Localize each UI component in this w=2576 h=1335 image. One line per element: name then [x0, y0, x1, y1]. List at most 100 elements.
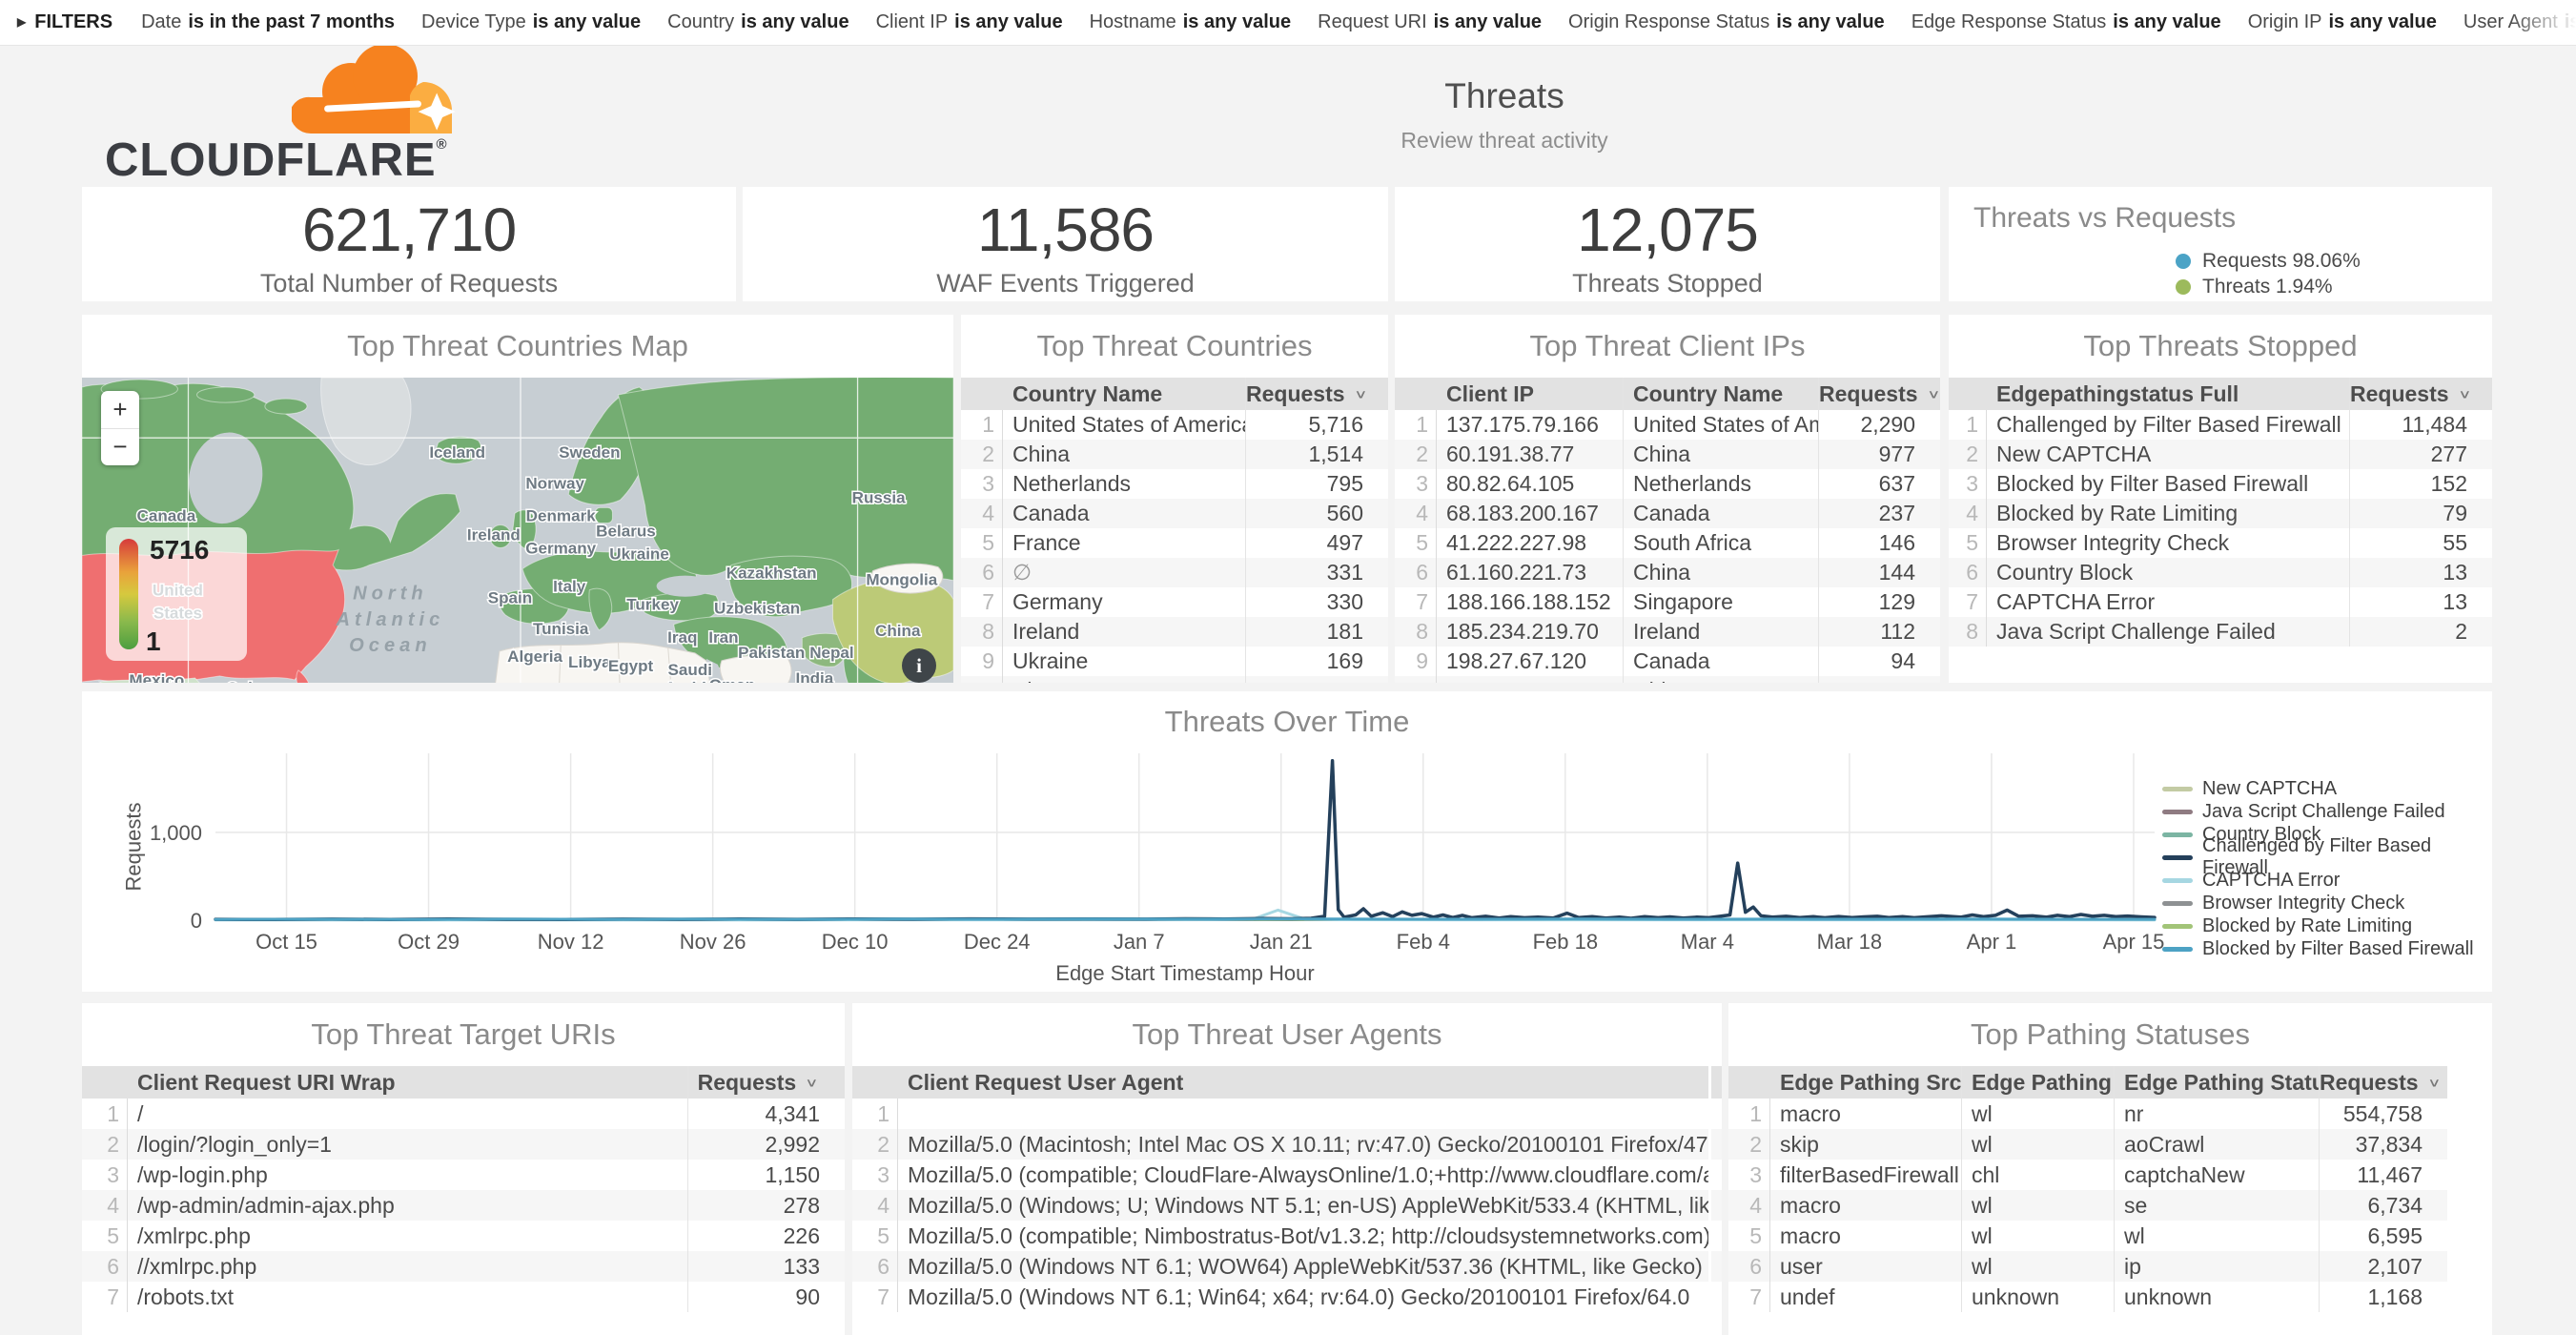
table-cell[interactable]: 198.27.67.120	[1437, 647, 1623, 676]
column-header[interactable]: Edge Pathing Status	[2114, 1066, 2319, 1099]
table-cell[interactable]: se	[2114, 1190, 2319, 1221]
table-cell[interactable]: Challenged by Filter Based Firewall	[1987, 410, 2349, 440]
table-cell[interactable]: Country Block	[1987, 558, 2349, 587]
column-header[interactable]: Requests∨	[2319, 1066, 2447, 1099]
table-cell[interactable]: 90	[687, 1282, 845, 1312]
table-cell[interactable]: undef	[1770, 1282, 1961, 1312]
table-cell[interactable]: macro	[1770, 1099, 1961, 1129]
table-cell[interactable]: 5,716	[1245, 410, 1388, 440]
table-cell[interactable]: Canada	[1623, 499, 1818, 528]
table-cell[interactable]: macro	[1770, 1221, 1961, 1251]
table-cell[interactable]: filterBasedFirewall	[1770, 1160, 1961, 1190]
country-denmark[interactable]	[595, 507, 612, 523]
table-cell[interactable]: China	[1623, 676, 1818, 683]
table-cell[interactable]: Browser Integrity Check	[1987, 528, 2349, 558]
table-cell[interactable]: Ukraine	[1003, 647, 1245, 676]
table-cell[interactable]: 169	[1245, 647, 1388, 676]
column-header[interactable]: Edgepathingstatus Full	[1987, 378, 2349, 410]
threats-over-time-chart[interactable]: Oct 15Oct 29Nov 12Nov 26Dec 10Dec 24Jan …	[82, 691, 2492, 992]
table-cell[interactable]: Netherlands	[1003, 469, 1245, 499]
table-cell[interactable]: 146	[1818, 528, 1940, 558]
table-cell[interactable]: /wp-login.php	[128, 1160, 687, 1190]
table-cell[interactable]: 226	[687, 1221, 845, 1251]
column-header[interactable]: Edge Pathing Op	[1961, 1066, 2114, 1099]
table-cell[interactable]: 144	[1818, 558, 1940, 587]
chart-legend-item[interactable]: Java Script Challenge Failed	[2162, 800, 2492, 823]
table-cell[interactable]: 68.183.200.167	[1437, 499, 1623, 528]
table-cell[interactable]: United States of America	[1623, 410, 1818, 440]
table-cell[interactable]: China	[1623, 440, 1818, 469]
table-cell[interactable]: CAPTCHA Error	[1987, 587, 2349, 617]
filter-chip[interactable]: Hostnameis any value	[1090, 11, 1292, 33]
table-cell[interactable]: New CAPTCHA	[1987, 440, 2349, 469]
table-cell[interactable]: Ireland	[1003, 617, 1245, 647]
table-cell[interactable]: Mozilla/5.0 (Windows NT 6.1; WOW64) Appl…	[898, 1251, 1708, 1282]
table-cell[interactable]: Mozilla/5.0 (Macintosh; Intel Mac OS X 1…	[898, 1129, 1708, 1160]
table-cell[interactable]: 158	[1245, 676, 1388, 683]
table-cell[interactable]: 2,992	[687, 1129, 845, 1160]
table-cell[interactable]: /robots.txt	[128, 1282, 687, 1312]
column-header[interactable]	[1708, 1066, 1722, 1099]
table-cell[interactable]: 181	[1245, 617, 1388, 647]
table-cell[interactable]: /	[128, 1099, 687, 1129]
table-cell[interactable]: user	[1770, 1251, 1961, 1282]
table-cell[interactable]	[1708, 1129, 1722, 1160]
zoom-in-button[interactable]: +	[101, 391, 139, 429]
map-info-button[interactable]: i	[902, 648, 936, 683]
filter-chip[interactable]: Dateis in the past 7 months	[141, 11, 395, 33]
table-cell[interactable]: 11,467	[2319, 1160, 2447, 1190]
table-cell[interactable]: 61.160.221.73	[1437, 558, 1623, 587]
column-header[interactable]: Client IP	[1437, 378, 1623, 410]
table-cell[interactable]: France	[1003, 528, 1245, 558]
filter-chip[interactable]: Origin IPis any value	[2248, 11, 2437, 33]
table-cell[interactable]: 94	[1818, 647, 1940, 676]
chart-legend-item[interactable]: Blocked by Rate Limiting	[2162, 914, 2492, 937]
filter-chip[interactable]: Device Typeis any value	[421, 11, 641, 33]
table-cell[interactable]	[1708, 1190, 1722, 1221]
table-cell[interactable]: wl	[1961, 1099, 2114, 1129]
table-cell[interactable]: Canada	[1623, 647, 1818, 676]
table-cell[interactable]: 2	[2349, 617, 2492, 647]
table-cell[interactable]: wl	[1961, 1221, 2114, 1251]
table-cell[interactable]: unknown	[2114, 1282, 2319, 1312]
chart-legend-item[interactable]: New CAPTCHA	[2162, 777, 2492, 800]
table-cell[interactable]: ip	[2114, 1251, 2319, 1282]
table-cell[interactable]: 89	[1818, 676, 1940, 683]
table-cell[interactable]: Canada	[1003, 499, 1245, 528]
table-cell[interactable]: Mozilla/5.0 (compatible; CloudFlare-Alwa…	[898, 1160, 1708, 1190]
table-cell[interactable]: /wp-admin/admin-ajax.php	[128, 1190, 687, 1221]
table-cell[interactable]: 1,514	[1245, 440, 1388, 469]
table-cell[interactable]: China	[1623, 558, 1818, 587]
table-cell[interactable]: 80.82.64.105	[1437, 469, 1623, 499]
table-cell[interactable]: 1,168	[2319, 1282, 2447, 1312]
zoom-out-button[interactable]: −	[101, 429, 139, 466]
table-cell[interactable]	[1708, 1221, 1722, 1251]
column-header[interactable]: Country Name	[1623, 378, 1818, 410]
table-cell[interactable]: 61.160.247.127	[1437, 676, 1623, 683]
table-cell[interactable]	[1708, 1099, 1722, 1129]
table-cell[interactable]: wl	[2114, 1221, 2319, 1251]
table-cell[interactable]: macro	[1770, 1190, 1961, 1221]
table-cell[interactable]: Germany	[1003, 587, 1245, 617]
column-header[interactable]: Edge Pathing Src	[1770, 1066, 1961, 1099]
table-cell[interactable]: wl	[1961, 1251, 2114, 1282]
table-cell[interactable]: 795	[1245, 469, 1388, 499]
table-cell[interactable]: 152	[2349, 469, 2492, 499]
chart-legend-item[interactable]: Browser Integrity Check	[2162, 892, 2492, 914]
table-cell[interactable]: Java Script Challenge Failed	[1987, 617, 2349, 647]
table-cell[interactable]: Mozilla/5.0 (Windows; U; Windows NT 5.1;…	[898, 1190, 1708, 1221]
table-cell[interactable]: South Africa	[1623, 528, 1818, 558]
column-header[interactable]: Requests∨	[1818, 378, 1940, 410]
table-cell[interactable]	[1708, 1251, 1722, 1282]
table-cell[interactable]: 554,758	[2319, 1099, 2447, 1129]
table-cell[interactable]: 41.222.227.98	[1437, 528, 1623, 558]
column-header[interactable]: Client Request User Agent	[898, 1066, 1708, 1099]
table-cell[interactable]: Blocked by Rate Limiting	[1987, 499, 2349, 528]
table-cell[interactable]: 237	[1818, 499, 1940, 528]
table-cell[interactable]: 331	[1245, 558, 1388, 587]
table-cell[interactable]: 560	[1245, 499, 1388, 528]
filter-chip[interactable]: Countryis any value	[667, 11, 848, 33]
table-cell[interactable]: 497	[1245, 528, 1388, 558]
table-cell[interactable]: 13	[2349, 587, 2492, 617]
table-cell[interactable]: 4,341	[687, 1099, 845, 1129]
